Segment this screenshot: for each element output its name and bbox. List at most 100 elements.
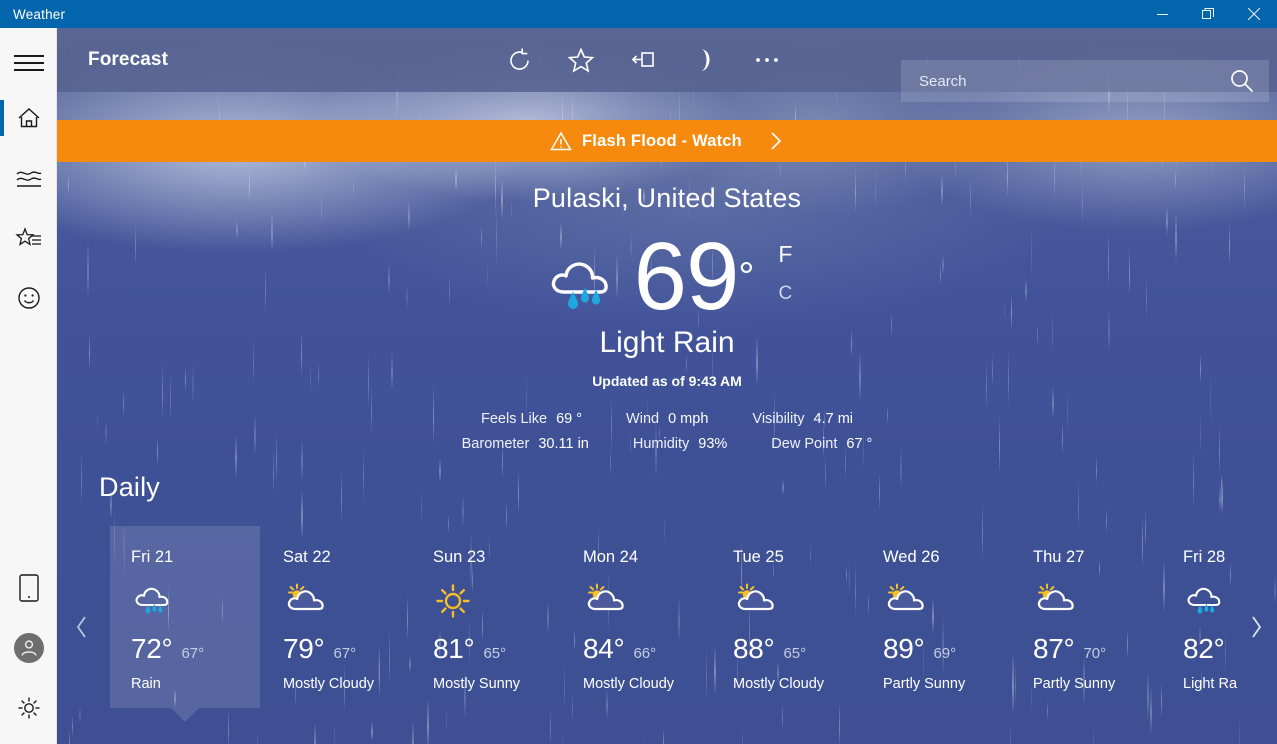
stat-value: 30.11 in [538,435,589,452]
refresh-icon [509,48,529,70]
stat-label: Barometer [461,435,530,452]
more-options-button[interactable] [736,32,798,88]
day-low: 67° [333,645,357,662]
hamburger-menu-button[interactable] [0,38,57,88]
minimize-button[interactable] [1139,0,1185,28]
stat-dew-point: Dew Point 67 ° [771,436,872,452]
daily-next-button[interactable] [1243,610,1269,644]
day-low: 69° [933,645,957,662]
day-high: 88° [733,633,775,664]
stat-humidity: Humidity 93% [633,436,727,452]
day-label: Wed 26 [883,548,940,566]
degree-symbol: ° [738,255,755,299]
daily-section-title: Daily [99,472,161,502]
search-input[interactable]: Search [919,73,967,90]
day-weather-icon [1033,583,1162,619]
partly-cloudy-icon [1037,583,1074,611]
pin-icon [631,52,654,67]
daily-prev-button[interactable] [69,610,95,644]
sidebar-item-settings[interactable] [0,678,57,738]
day-temperatures: 84° 66° [583,633,712,665]
sidebar-item-devices[interactable] [0,558,57,618]
daily-card-sat-22[interactable]: Sat 22 79° 67° Mostly Cloudy [262,526,412,708]
gear-icon [18,697,39,719]
avatar [13,633,44,663]
search-icon[interactable] [1229,68,1255,94]
night-mode-button[interactable] [674,32,736,88]
day-description: Mostly Cloudy [583,676,675,692]
warning-triangle-icon [550,131,572,151]
day-description: Mostly Cloudy [733,676,825,692]
current-temperature: 69 [633,223,740,330]
hourly-section-title: Hourly [99,740,178,744]
sidebar-item-account[interactable] [0,618,57,678]
day-high: 87° [1033,633,1075,664]
smiley-icon [17,287,40,309]
day-label: Fri 28 [1183,548,1226,566]
day-weather-icon [283,583,412,619]
day-low: 65° [483,645,507,662]
command-bar: Forecast Search [57,28,1277,102]
sidebar-item-favorites[interactable] [0,208,57,268]
moon-icon [702,49,710,71]
hamburger-icon [13,50,44,76]
day-temperatures: 89° 69° [883,633,1012,665]
unit-toggle[interactable]: F C [778,234,792,314]
current-temperature-row: 69 ° F C [57,224,1277,330]
unit-fahrenheit[interactable]: F [778,234,792,274]
partly-cloudy-icon [287,583,324,611]
daily-card-mon-24[interactable]: Mon 24 84° 66° Mostly Cloudy [562,526,712,708]
day-weather-icon [883,583,1012,619]
alert-text: Flash Flood - Watch [582,131,742,150]
day-low: 66° [633,645,657,662]
day-label: Tue 25 [733,548,784,566]
daily-forecast-strip: Fri 21 72° 67° Rain Sat 22 79° 67° Mostly Cloud… [57,526,1277,722]
weather-alert-banner[interactable]: Flash Flood - Watch [57,120,1277,162]
favorite-button[interactable] [550,32,612,88]
close-button[interactable] [1231,0,1277,28]
partly-cloudy-icon [587,583,624,611]
day-description: Partly Sunny [883,676,966,692]
sidebar-item-maps[interactable] [0,148,57,208]
refresh-button[interactable] [488,32,550,88]
partly-cloudy-icon [887,583,924,611]
day-label: Mon 24 [583,548,639,566]
stat-wind: Wind 0 mph [626,411,708,427]
rail-bottom-group [0,558,57,738]
partly-cloudy-icon [737,583,774,611]
daily-card-wed-26[interactable]: Wed 26 89° 69° Partly Sunny [862,526,1012,708]
chevron-right-icon [1252,616,1262,638]
daily-card-thu-27[interactable]: Thu 27 87° 70° Partly Sunny [1012,526,1162,708]
day-temperatures: 87° 70° [1033,633,1162,665]
cloud-rain-icon [542,250,618,321]
daily-card-sun-23[interactable]: Sun 23 81° 65° Mostly Sunny [412,526,562,708]
person-icon [21,640,36,656]
daily-card-fri-21[interactable]: Fri 21 72° 67° Rain [110,526,260,722]
day-temperatures: 79° 67° [283,633,412,665]
stats-row-1: Feels Like 69 ° Wind 0 mph Visibility 4.… [57,406,1277,431]
navigation-rail [0,28,57,744]
current-condition: Light Rain [599,326,735,359]
restore-button[interactable] [1185,0,1231,28]
day-weather-icon [583,583,712,619]
selected-card-pointer [171,708,199,722]
sidebar-item-news[interactable] [0,268,57,328]
day-high: 81° [433,633,475,664]
day-weather-icon [733,583,862,619]
stat-value: 0 mph [668,410,709,427]
day-high: 89° [883,633,925,664]
sidebar-item-home[interactable] [0,88,57,148]
day-label: Sat 22 [283,548,331,566]
day-high: 84° [583,633,625,664]
alert-chevron-right-icon[interactable] [768,130,784,152]
stat-label: Humidity [632,435,690,452]
app-title: Weather [13,6,66,22]
day-description: Light Ra [1183,676,1238,692]
current-stats: Feels Like 69 ° Wind 0 mph Visibility 4.… [57,406,1277,456]
stat-value: 93% [698,435,728,452]
unit-celsius[interactable]: C [778,274,793,314]
daily-card-tue-25[interactable]: Tue 25 88° 65° Mostly Cloudy [712,526,862,708]
day-description: Partly Sunny [1033,676,1116,692]
search-box[interactable]: Search [901,60,1269,102]
pin-button[interactable] [612,32,674,88]
